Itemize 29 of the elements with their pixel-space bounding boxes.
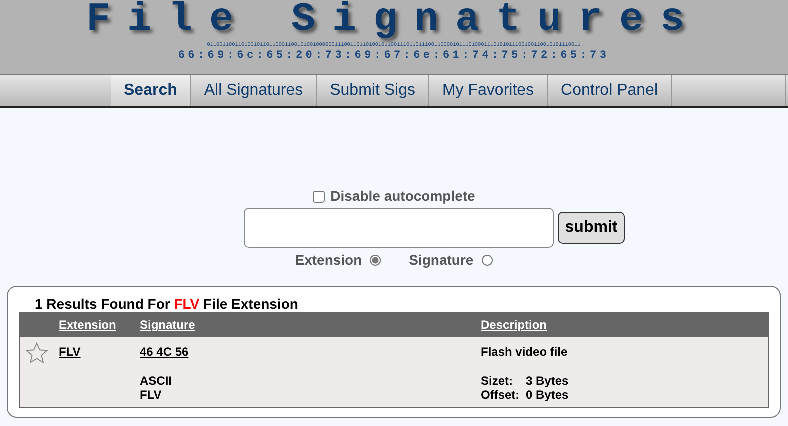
checkbox-label: Disable autocomplete xyxy=(330,187,476,206)
offset-label: Offset: xyxy=(481,388,521,402)
extension-link[interactable]: FLV xyxy=(59,342,140,402)
nav-tab[interactable]: Submit Sigs xyxy=(317,75,430,106)
autocomplete-checkbox[interactable] xyxy=(312,190,325,202)
mode-radio[interactable] xyxy=(482,255,493,266)
column-header[interactable]: Extension xyxy=(59,316,140,334)
column-header[interactable]: Description xyxy=(481,316,548,334)
size-label: Sizet: xyxy=(481,374,514,388)
radio-label: Extension xyxy=(295,251,362,270)
ascii-label: ASCII xyxy=(140,374,172,388)
nav-tab[interactable]: Search xyxy=(111,75,192,106)
nav-tab[interactable]: Control Panel xyxy=(548,75,672,106)
signature-link[interactable]: 46 4C 56 xyxy=(140,345,189,359)
size-value: 3 Bytes xyxy=(526,374,569,388)
nav-tab[interactable]: All Signatures xyxy=(191,75,318,106)
site-title: File Signatures xyxy=(86,1,702,41)
ascii-value: FLV xyxy=(140,388,162,402)
column-header[interactable]: Signature xyxy=(140,316,481,334)
nav-tab[interactable]: My Favorites xyxy=(429,75,548,106)
hex-text: 66:69:6c:65:20:73:69:67:6e:61:74:75:72:65:73 xyxy=(178,50,610,63)
offset-value: 0 Bytes xyxy=(526,388,569,402)
mode-radio[interactable] xyxy=(370,255,382,266)
submit-button[interactable]: submit xyxy=(558,212,625,244)
description-text: Flash video file xyxy=(481,345,569,359)
radio-label: Signature xyxy=(409,251,474,270)
search-field[interactable] xyxy=(244,208,554,248)
results-heading: 1 Results Found For FLV File Extension xyxy=(34,296,300,312)
star-icon[interactable] xyxy=(25,342,49,365)
